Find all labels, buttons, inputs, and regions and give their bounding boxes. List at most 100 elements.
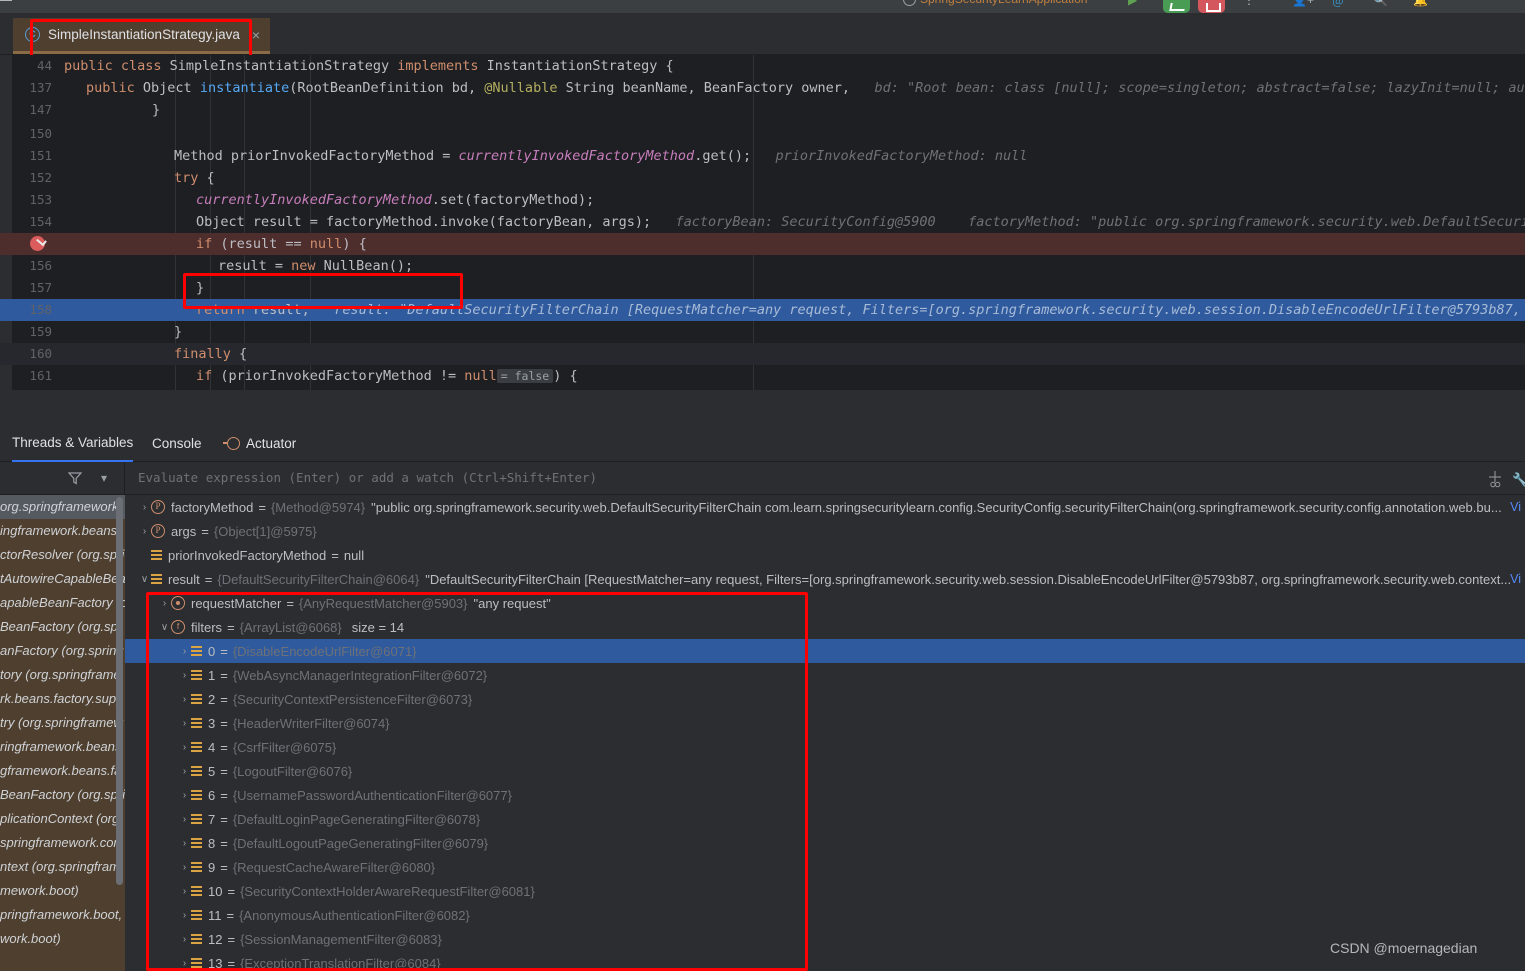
settings-wrench-icon[interactable]: 🔧 bbox=[1512, 472, 1525, 488]
variable-row[interactable]: › 10 = {SecurityContextHolderAwareRequestFi… bbox=[125, 879, 1525, 903]
stack-frame-row[interactable]: springframework.con bbox=[0, 831, 125, 855]
debug-resume-icon[interactable] bbox=[1163, 0, 1190, 13]
variable-row[interactable]: › Pargs = {Object[1]@5975} bbox=[125, 519, 1525, 543]
stack-frame-row[interactable]: try (org.springframew bbox=[0, 711, 125, 735]
view-link[interactable]: Vi bbox=[1510, 572, 1521, 586]
variable-row[interactable]: › 13 = {ExceptionTranslationFilter@6084} bbox=[125, 951, 1525, 971]
variable-row[interactable]: › 4 = {CsrfFilter@6075} bbox=[125, 735, 1525, 759]
stack-frame-row[interactable]: ingframework.beans. bbox=[0, 519, 125, 543]
stack-frame-row[interactable]: tory (org.springframe bbox=[0, 663, 125, 687]
stack-frame-row[interactable]: plicationContext (org bbox=[0, 807, 125, 831]
code-line: 159} bbox=[0, 321, 1525, 343]
chevron-down-icon[interactable]: ∨ bbox=[138, 574, 151, 585]
run-configuration-label[interactable]: SpringSecurityLearnApplication bbox=[920, 0, 1087, 6]
call-stack-frames-pane[interactable]: org.springframework. ingframework.beans. c… bbox=[0, 495, 125, 971]
stack-frame-row[interactable]: tAutowireCapableBea bbox=[0, 567, 125, 591]
line-number: 160 bbox=[29, 346, 52, 361]
chevron-right-icon[interactable]: › bbox=[178, 742, 191, 753]
variable-row[interactable]: ∨ result = {DefaultSecurityFilterChain@6064… bbox=[125, 567, 1525, 591]
chevron-right-icon[interactable]: › bbox=[138, 526, 151, 537]
add-user-icon[interactable]: 👤+ bbox=[1292, 0, 1314, 7]
variable-row[interactable]: › 12 = {SessionManagementFilter@6083} bbox=[125, 927, 1525, 951]
add-watch-icon[interactable] bbox=[1486, 470, 1504, 488]
variable-row[interactable]: › 3 = {HeaderWriterFilter@6074} bbox=[125, 711, 1525, 735]
stack-frame-row[interactable]: ctorResolver (org.spri bbox=[0, 543, 125, 567]
field-icon bbox=[191, 956, 202, 970]
notifications-icon[interactable]: 🔔 bbox=[1413, 0, 1428, 7]
chevron-right-icon[interactable]: › bbox=[178, 934, 191, 945]
variable-row[interactable]: › PfactoryMethod = {Method@5974} "public org… bbox=[125, 495, 1525, 519]
stack-frame-row[interactable]: rk.beans.factory.supp bbox=[0, 687, 125, 711]
variable-row[interactable]: › requestMatcher = {AnyRequestMatcher@5903}… bbox=[125, 591, 1525, 615]
mention-icon[interactable]: ＠ bbox=[1332, 0, 1344, 10]
chevron-right-icon[interactable]: › bbox=[178, 910, 191, 921]
field-icon bbox=[191, 668, 202, 682]
chevron-right-icon[interactable]: › bbox=[178, 646, 191, 657]
stack-frame-row[interactable]: anFactory (org.spring bbox=[0, 639, 125, 663]
editor-tab-simpleinstantiationstrategy[interactable]: C SimpleInstantiationStrategy.java × bbox=[13, 18, 271, 54]
line-number: 156 bbox=[29, 258, 52, 273]
search-icon[interactable]: 🔍 bbox=[1373, 0, 1388, 7]
line-number: 147 bbox=[29, 102, 52, 117]
frames-scrollbar[interactable] bbox=[116, 497, 123, 885]
run-icon[interactable]: ▶ bbox=[1128, 0, 1137, 7]
stack-frame-row[interactable]: pringframework.boot, bbox=[0, 903, 125, 927]
line-number: 157 bbox=[29, 280, 52, 295]
evaluate-expression-input[interactable]: Evaluate expression (Enter) or add a wat… bbox=[138, 470, 597, 485]
line-number: 151 bbox=[29, 148, 52, 163]
variable-name: filters bbox=[191, 619, 223, 635]
variable-name: 3 bbox=[208, 715, 216, 731]
variable-row[interactable]: › 9 = {RequestCacheAwareFilter@6080} bbox=[125, 855, 1525, 879]
chevron-right-icon[interactable]: › bbox=[178, 838, 191, 849]
chevron-right-icon[interactable]: › bbox=[178, 766, 191, 777]
stack-frame-row[interactable]: mework.boot) bbox=[0, 879, 125, 903]
more-icon[interactable]: ⋮ bbox=[1243, 0, 1255, 7]
variable-row[interactable]: › 0 = {DisableEncodeUrlFilter@6071} bbox=[125, 639, 1525, 663]
tab-console[interactable]: Console bbox=[152, 425, 202, 462]
filter-icon[interactable] bbox=[68, 471, 82, 485]
tab-actuator[interactable]: Actuator bbox=[223, 425, 296, 462]
stack-frame-row[interactable]: work.boot) bbox=[0, 927, 125, 951]
equals-sign: = bbox=[227, 931, 236, 947]
variable-row[interactable]: › 8 = {DefaultLogoutPageGeneratingFilter@60… bbox=[125, 831, 1525, 855]
minimize-icon[interactable] bbox=[0, 0, 12, 1]
chevron-right-icon[interactable]: › bbox=[178, 814, 191, 825]
variable-row[interactable]: › 5 = {LogoutFilter@6076} bbox=[125, 759, 1525, 783]
code-editor[interactable]: 44 public class SimpleInstantiationStrate… bbox=[0, 55, 1525, 390]
variable-name: 11 bbox=[208, 907, 222, 923]
stack-frame-row[interactable]: ntext (org.springfram bbox=[0, 855, 125, 879]
stop-icon[interactable] bbox=[1198, 0, 1225, 13]
variable-row[interactable]: › 1 = {WebAsyncManagerIntegrationFilter@607… bbox=[125, 663, 1525, 687]
stack-frame-row[interactable]: BeanFactory (org.spr bbox=[0, 615, 125, 639]
chevron-right-icon[interactable]: › bbox=[178, 694, 191, 705]
stack-frame-row[interactable]: apableBeanFactory (o bbox=[0, 591, 125, 615]
variables-tree-pane[interactable]: › PfactoryMethod = {Method@5974} "public org… bbox=[125, 495, 1525, 971]
variable-name: args bbox=[171, 523, 197, 539]
variable-row[interactable]: ∨ f filters = {ArrayList@6068} size = 14 bbox=[125, 615, 1525, 639]
tab-threads-variables[interactable]: Threads & Variables bbox=[12, 425, 134, 462]
stack-frame-row[interactable]: org.springframework. bbox=[0, 495, 125, 519]
variable-row[interactable]: › 7 = {DefaultLoginPageGeneratingFilter@607… bbox=[125, 807, 1525, 831]
variable-row[interactable]: › 11 = {AnonymousAuthenticationFilter@6082} bbox=[125, 903, 1525, 927]
variable-row[interactable]: › 6 = {UsernamePasswordAuthenticationFilter… bbox=[125, 783, 1525, 807]
variable-row[interactable]: priorInvokedFactoryMethod = null bbox=[125, 543, 1525, 567]
chevron-right-icon[interactable]: › bbox=[178, 718, 191, 729]
chevron-down-icon[interactable]: ∨ bbox=[158, 622, 171, 633]
chevron-right-icon[interactable]: › bbox=[178, 886, 191, 897]
chevron-right-icon[interactable]: › bbox=[138, 502, 151, 513]
chevron-right-icon[interactable]: › bbox=[178, 790, 191, 801]
stack-frame-row[interactable]: ringframework.beans bbox=[0, 735, 125, 759]
chevron-right-icon[interactable]: › bbox=[178, 670, 191, 681]
close-icon[interactable]: × bbox=[252, 27, 260, 43]
variable-row[interactable]: › 2 = {SecurityContextPersistenceFilter@607… bbox=[125, 687, 1525, 711]
stack-frame-row[interactable]: BeanFactory (org.spri bbox=[0, 783, 125, 807]
stack-frame-row[interactable]: gframework.beans.fa bbox=[0, 759, 125, 783]
breakpoint-icon[interactable] bbox=[30, 236, 45, 251]
code-text: public class SimpleInstantiationStrategy… bbox=[64, 58, 674, 74]
chevron-right-icon[interactable]: › bbox=[178, 958, 191, 969]
chevron-right-icon[interactable]: › bbox=[178, 862, 191, 873]
view-link[interactable]: Vi bbox=[1510, 500, 1521, 514]
chevron-right-icon[interactable]: › bbox=[158, 598, 171, 609]
chevron-down-icon[interactable]: ▾ bbox=[101, 471, 107, 485]
code-line: 155if (result == null) { bbox=[0, 233, 1525, 255]
